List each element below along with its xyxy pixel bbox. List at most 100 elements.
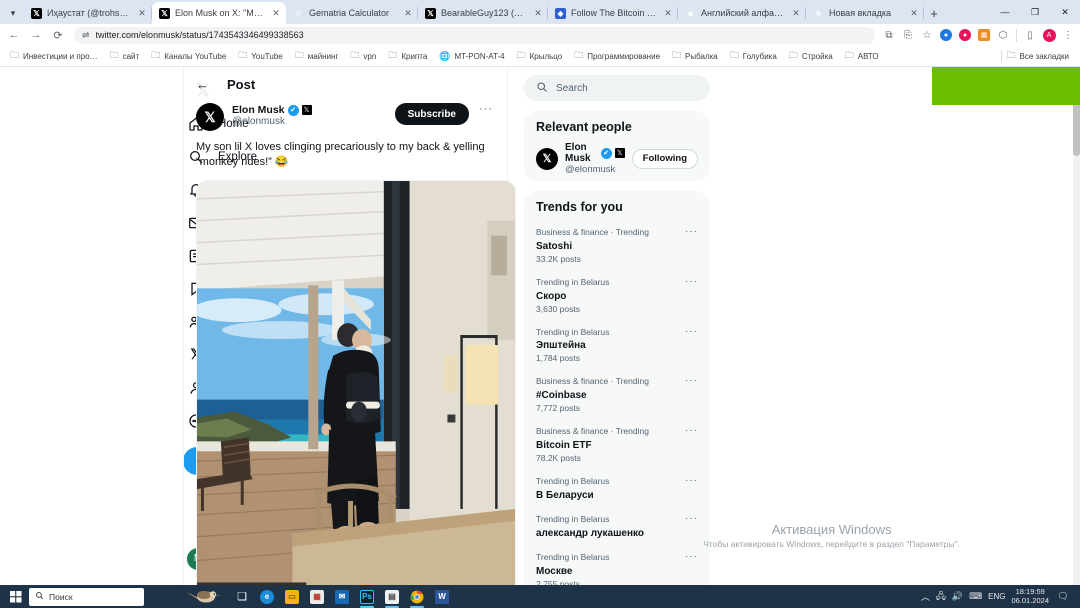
edge-icon[interactable]: e [255, 586, 279, 608]
extension-blue-icon[interactable]: ● [938, 27, 954, 43]
trend-name: Bitcoin ETF [536, 438, 698, 453]
network-icon[interactable]: 🖧 [936, 589, 946, 605]
language-indicator[interactable]: ENG [988, 592, 1005, 601]
extension-orange-icon[interactable]: ▦ [976, 27, 992, 43]
extension-red-icon[interactable]: ● [957, 27, 973, 43]
tune-icon[interactable]: ⇌ [82, 30, 90, 41]
translate-icon[interactable]: ⎘ [900, 27, 916, 43]
bookmark-item[interactable]: 🗀YouTube [233, 46, 287, 66]
trend-item[interactable]: Trending in Belarus В Беларуси ··· [536, 471, 698, 509]
trend-item[interactable]: Business & finance · Trending Bitcoin ET… [536, 421, 698, 471]
bookmark-item[interactable]: 🌐MT-PON-AT-4 [434, 49, 509, 64]
avatar[interactable]: 𝕏 [196, 103, 224, 131]
trend-more-icon[interactable]: ··· [685, 513, 698, 524]
file-explorer-icon[interactable]: ▭ [280, 586, 304, 608]
browser-tab-active[interactable]: 𝕏 Elon Musk on X: "My son lil X lo ✕ [152, 2, 286, 24]
trend-more-icon[interactable]: ··· [685, 551, 698, 562]
relevant-person[interactable]: 𝕏 Elon Musk ✔ 𝕏 @elonmusk Following [536, 142, 698, 175]
minimize-button[interactable]: — [990, 0, 1020, 24]
trend-more-icon[interactable]: ··· [685, 375, 698, 386]
post-column: ← Post 𝕏 Elon Musk ✔ 𝕏 @elonmusk [183, 67, 508, 585]
tab-close-icon[interactable]: ✕ [790, 8, 802, 19]
notification-icon[interactable]: 🗨 [1055, 589, 1071, 605]
bookmarks-bar: 🗀Инвестиции и про… 🗀сайт 🗀Каналы YouTube… [0, 46, 1080, 66]
folder-icon: 🗀 [789, 48, 798, 64]
bookmark-item[interactable]: 🗀АВТО [840, 46, 884, 66]
trend-more-icon[interactable]: ··· [685, 326, 698, 337]
search-input[interactable]: Search [524, 75, 710, 101]
chrome-menu-icon[interactable]: ⋮ [1060, 27, 1076, 43]
trend-item[interactable]: Trending in Belarus александр лукашенко … [536, 509, 698, 547]
bookmark-item[interactable]: 🗀Стройка [784, 46, 838, 66]
trend-item[interactable]: Business & finance · Trending Satoshi 33… [536, 222, 698, 272]
cast-icon[interactable]: ⧉ [881, 27, 897, 43]
following-button[interactable]: Following [632, 149, 698, 169]
windows-start-icon[interactable] [3, 585, 29, 608]
reload-icon[interactable]: ⟳ [48, 25, 68, 45]
save-app-icon[interactable]: ▤ [380, 586, 404, 608]
tweet-author-name[interactable]: Elon Musk [232, 104, 285, 116]
chevron-up-icon[interactable]: ︿ [921, 590, 930, 603]
browser-tab[interactable]: ◆ Follow The Bitcoin Crypto Mes ✕ [548, 2, 678, 24]
trend-item[interactable]: Trending in Belarus Эпштейна 1,784 posts… [536, 322, 698, 372]
trend-more-icon[interactable]: ··· [685, 226, 698, 237]
bookmark-item[interactable]: 🗀сайт [105, 46, 145, 66]
maximize-button[interactable]: ❐ [1020, 0, 1050, 24]
tab-strip: ▾ 𝕏 Иҳаустат (@trohsgib) / X ✕ 𝕏 Elon Mu… [0, 0, 1080, 24]
volume-icon[interactable]: 🔊 [952, 591, 963, 602]
trend-more-icon[interactable]: ··· [685, 276, 698, 287]
bookmark-item[interactable]: 🗀vpn [345, 46, 381, 66]
task-view-icon[interactable]: ❏ [230, 586, 254, 608]
side-panel-icon[interactable]: ▯ [1022, 27, 1038, 43]
trend-item[interactable]: Trending in Belarus Москве 2,755 posts ·… [536, 547, 698, 585]
profile-avatar-icon[interactable]: A [1041, 27, 1057, 43]
extension-outline-icon[interactable]: ⬡ [995, 27, 1011, 43]
bookmark-item[interactable]: 🗀Программирование [569, 46, 665, 66]
all-bookmarks-button[interactable]: 🗀 Все закладки [1002, 46, 1074, 66]
bookmark-star-icon[interactable]: ☆ [919, 27, 935, 43]
tab-close-icon[interactable]: ✕ [662, 8, 674, 19]
forward-icon[interactable]: → [26, 25, 46, 45]
subscribe-button[interactable]: Subscribe [395, 103, 469, 125]
browser-tab[interactable]: 𝕏 Иҳаустат (@trohsgib) / X ✕ [24, 2, 152, 24]
relevant-people-panel: Relevant people 𝕏 Elon Musk ✔ 𝕏 @elonmus… [524, 111, 710, 181]
back-arrow-icon[interactable]: ← [196, 77, 209, 92]
trend-more-icon[interactable]: ··· [685, 425, 698, 436]
bookmark-item[interactable]: 🗀Крыльцо [512, 46, 568, 66]
bookmark-item[interactable]: 🗀Крипта [383, 46, 432, 66]
bookmark-item[interactable]: 🗀майнинг [290, 46, 344, 66]
tab-close-icon[interactable]: ✕ [270, 8, 282, 19]
keyboard-icon[interactable]: ⌨ [969, 591, 982, 602]
trend-item[interactable]: Business & finance · Trending #Coinbase … [536, 371, 698, 421]
browser-tab[interactable]: ♔ Gematria Calculator ✕ [286, 2, 418, 24]
bookmark-item[interactable]: 🗀Рыбалка [667, 46, 723, 66]
tab-search-dropdown-icon[interactable]: ▾ [2, 2, 24, 24]
tab-close-icon[interactable]: ✕ [908, 8, 920, 19]
photoshop-icon[interactable]: Ps [355, 586, 379, 608]
tweet-more-icon[interactable]: ··· [477, 103, 495, 115]
new-tab-button[interactable]: + [924, 2, 944, 24]
trend-more-icon[interactable]: ··· [685, 475, 698, 486]
address-bar[interactable]: ⇌ twitter.com/elonmusk/status/1743543346… [74, 27, 875, 44]
tab-close-icon[interactable]: ✕ [532, 8, 544, 19]
address-bar-url: twitter.com/elonmusk/status/174354334649… [96, 30, 304, 40]
trend-count: 7,772 posts [536, 403, 698, 415]
tab-close-icon[interactable]: ✕ [402, 8, 414, 19]
word-icon[interactable]: W [430, 586, 454, 608]
taskbar-search-input[interactable]: Поиск [29, 588, 144, 606]
tweet-image[interactable] [196, 180, 516, 585]
bookmark-item[interactable]: 🗀Каналы YouTube [146, 46, 231, 66]
browser-tab[interactable]: ◆ Английский алфавит (26 букв ✕ [678, 2, 806, 24]
store-icon[interactable]: ▦ [305, 586, 329, 608]
close-window-button[interactable]: ✕ [1050, 0, 1080, 24]
trend-item[interactable]: Trending in Belarus Скоро 3,630 posts ··… [536, 272, 698, 322]
browser-tab[interactable]: ⊕ Новая вкладка ✕ [806, 2, 924, 24]
browser-tab[interactable]: 𝕏 BearableGuy123 (@bearableg ✕ [418, 2, 548, 24]
bookmark-item[interactable]: 🗀Голубика [725, 46, 782, 66]
chrome-icon[interactable] [405, 586, 429, 608]
bookmark-item[interactable]: 🗀Инвестиции и про… [5, 46, 103, 66]
mail-icon[interactable]: ✉ [330, 586, 354, 608]
tab-close-icon[interactable]: ✕ [136, 8, 148, 19]
back-icon[interactable]: ← [4, 25, 24, 45]
clock-date[interactable]: 06.01.2024 [1011, 597, 1049, 606]
